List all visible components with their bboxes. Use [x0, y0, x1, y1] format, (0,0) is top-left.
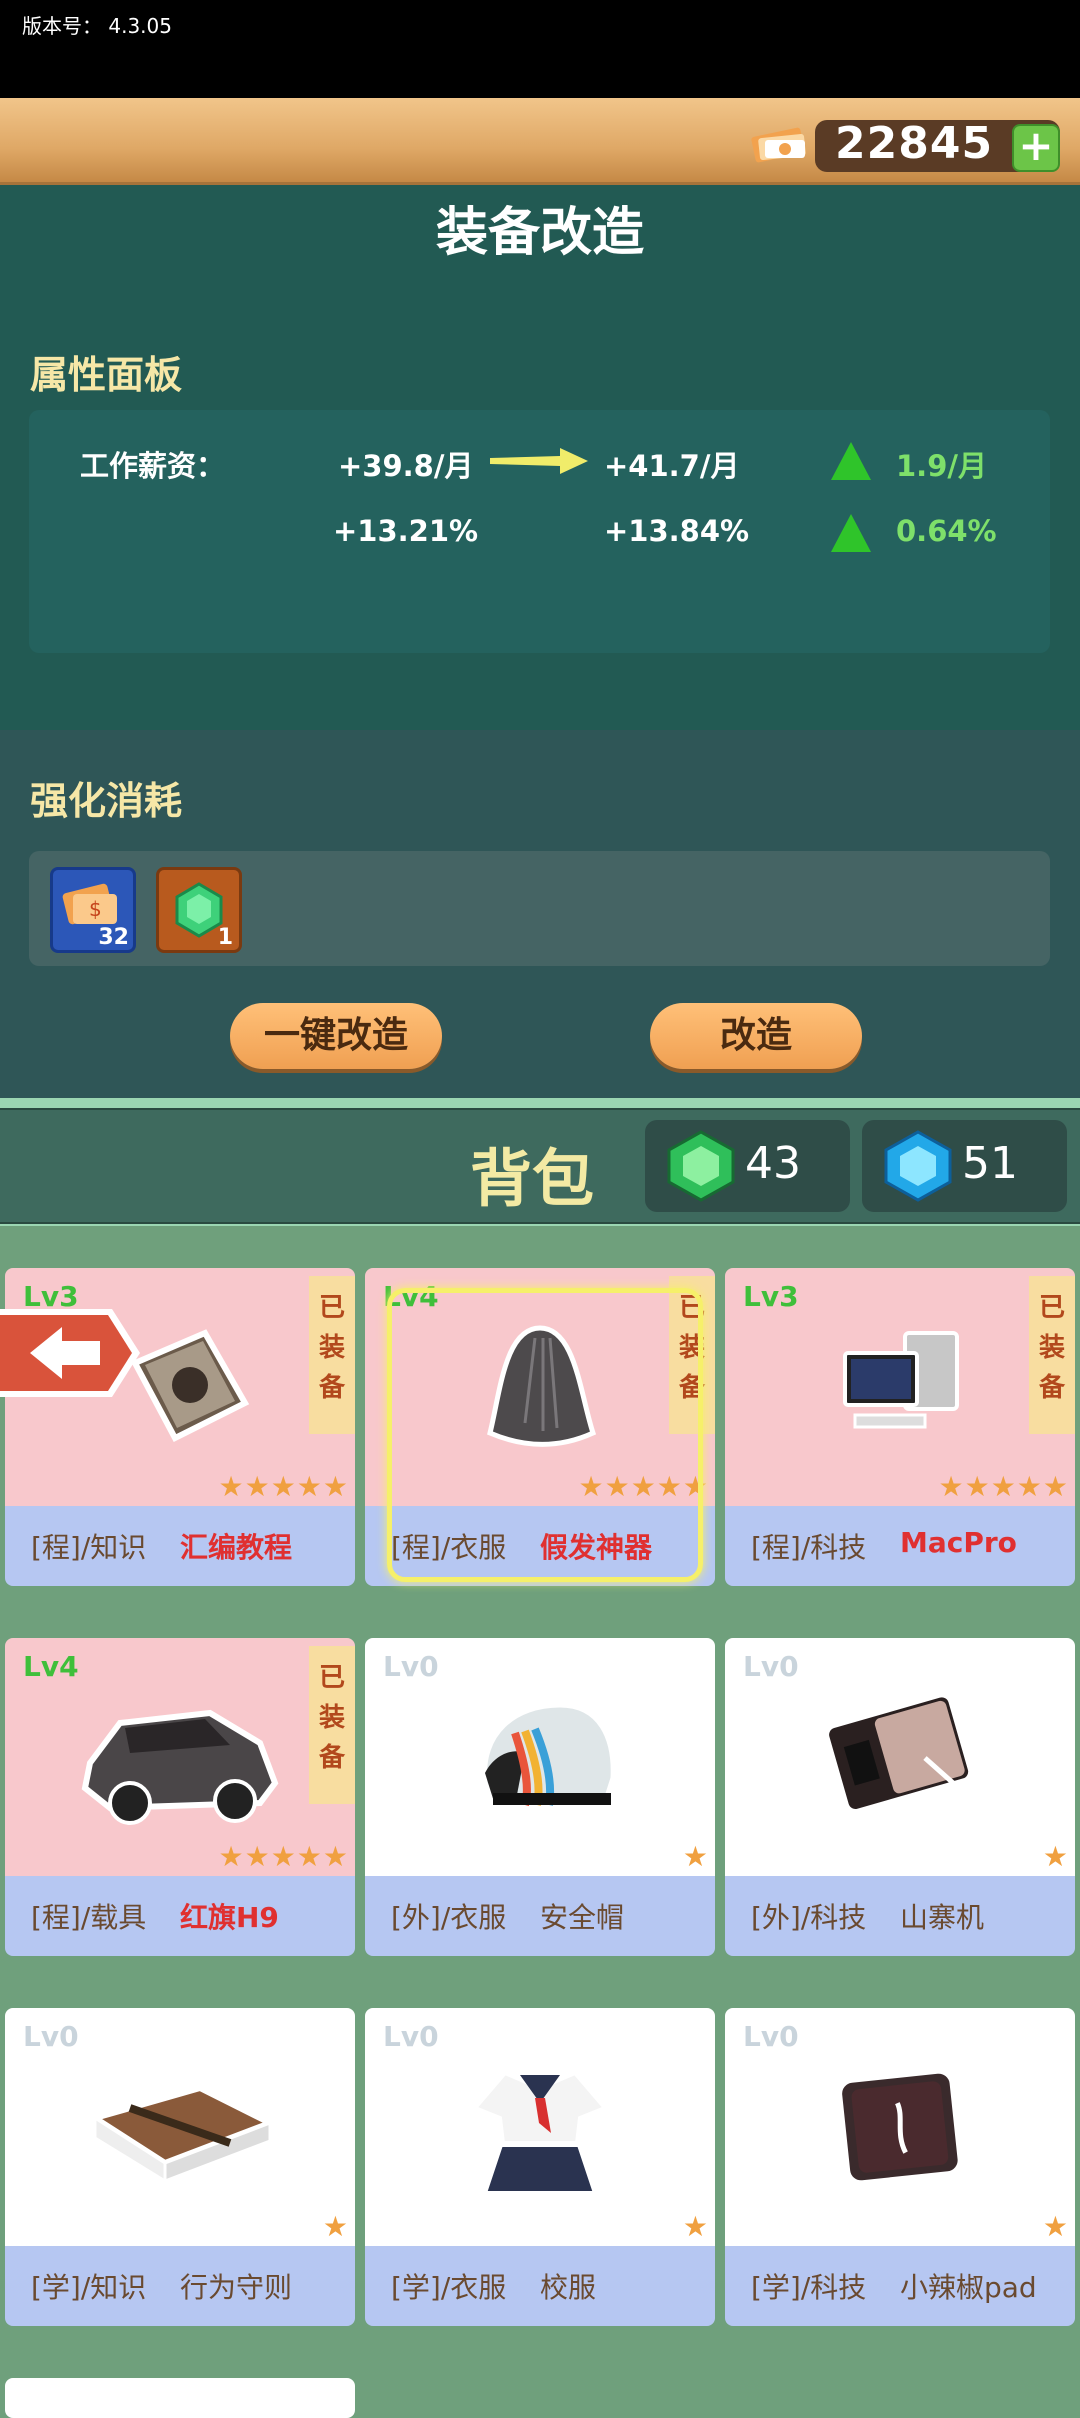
- item-category: [程]/知识: [31, 1531, 147, 1564]
- attribute-section-title: 属性面板: [30, 353, 183, 397]
- star-rating: ★★★★★: [218, 1840, 349, 1873]
- cost-count: 32: [98, 925, 129, 950]
- cost-item-gem: 1: [156, 867, 242, 953]
- salary-label: 工作薪资：: [80, 449, 226, 483]
- computer-icon: [725, 1288, 1075, 1488]
- rulebook-icon: [5, 2028, 355, 2228]
- page-title: 装备改造: [435, 203, 644, 263]
- svg-text:$: $: [89, 897, 102, 921]
- cost-count: 1: [217, 925, 233, 950]
- item-name: MacPro: [900, 1526, 1017, 1559]
- version-label: 版本号： 4.3.05: [22, 14, 172, 38]
- item-card-partial[interactable]: [5, 2378, 355, 2418]
- green-gem-count: 43: [745, 1138, 801, 1189]
- salary-delta: 1.9/月: [896, 449, 987, 483]
- blue-gem-icon: [884, 1130, 952, 1202]
- star-rating: ★: [1042, 2210, 1069, 2243]
- star-rating: ★★★★★: [218, 1470, 349, 1503]
- modify-button[interactable]: 改造: [650, 1003, 862, 1069]
- arrow-right-icon: [490, 446, 590, 480]
- item-category: [外]/衣服: [391, 1901, 507, 1934]
- item-card[interactable]: Lv0 ★ [学]/衣服 校服: [365, 2008, 715, 2326]
- item-name: 汇编教程: [180, 1531, 293, 1564]
- star-rating: ★: [1042, 1840, 1069, 1873]
- item-category: [学]/知识: [31, 2271, 147, 2304]
- item-card[interactable]: Lv0 ★ [学]/科技 小辣椒pad: [725, 2008, 1075, 2326]
- item-category: [程]/载具: [31, 1901, 147, 1934]
- item-name: 小辣椒pad: [900, 2271, 1037, 2304]
- item-card[interactable]: Lv0 ★ [外]/科技 山寨机: [725, 1638, 1075, 1956]
- blue-gem-count: 51: [962, 1138, 1018, 1189]
- blue-gem-counter: 51: [862, 1120, 1067, 1212]
- star-rating: ★★★★★: [938, 1470, 1069, 1503]
- backpack-title: 背包: [470, 1142, 595, 1215]
- one-click-modify-button[interactable]: 一键改造: [230, 1003, 442, 1069]
- green-gem-counter: 43: [645, 1120, 850, 1212]
- add-currency-button[interactable]: +: [1012, 124, 1060, 172]
- item-card[interactable]: Lv4 已装备 ★★★★★ [程]/载具 红旗H9: [5, 1638, 355, 1956]
- item-name: 红旗H9: [180, 1901, 279, 1934]
- green-gem-icon: [667, 1130, 735, 1202]
- item-card[interactable]: Lv3 已装备 ★★★★★ [程]/科技 MacPro: [725, 1268, 1075, 1586]
- cost-item-money: $ 32: [50, 867, 136, 953]
- item-category: [程]/科技: [751, 1531, 867, 1564]
- star-rating: ★: [682, 2210, 709, 2243]
- item-category: [学]/衣服: [391, 2271, 507, 2304]
- currency-value: 22845: [835, 118, 994, 169]
- uniform-icon: [365, 2028, 715, 2228]
- item-name: 校服: [540, 2271, 597, 2304]
- increase-arrow-icon: [831, 514, 871, 552]
- increase-arrow-icon: [831, 442, 871, 480]
- selection-highlight: [387, 1288, 703, 1582]
- salary-current: +39.8/月: [338, 449, 474, 483]
- star-rating: ★: [682, 1840, 709, 1873]
- item-name: 安全帽: [540, 1901, 625, 1934]
- item-category: [学]/科技: [751, 2271, 867, 2304]
- helmet-icon: [365, 1658, 715, 1858]
- salary-next: +41.7/月: [604, 449, 740, 483]
- star-rating: ★: [322, 2210, 349, 2243]
- item-name: 行为守则: [180, 2271, 293, 2304]
- item-card[interactable]: Lv0 ★ [外]/衣服 安全帽: [365, 1638, 715, 1956]
- car-icon: [5, 1658, 355, 1858]
- item-name: 山寨机: [900, 1901, 985, 1934]
- back-button[interactable]: [0, 1303, 145, 1407]
- rate-current: +13.21%: [333, 514, 479, 548]
- rate-next: +13.84%: [604, 514, 750, 548]
- cost-section-title: 强化消耗: [30, 779, 183, 823]
- tablet-icon: [725, 2028, 1075, 2228]
- phone-icon: [725, 1658, 1075, 1858]
- item-card[interactable]: Lv0 ★ [学]/知识 行为守则: [5, 2008, 355, 2326]
- item-category: [外]/科技: [751, 1901, 867, 1934]
- rate-delta: 0.64%: [896, 514, 997, 548]
- money-stack-icon: [745, 122, 815, 166]
